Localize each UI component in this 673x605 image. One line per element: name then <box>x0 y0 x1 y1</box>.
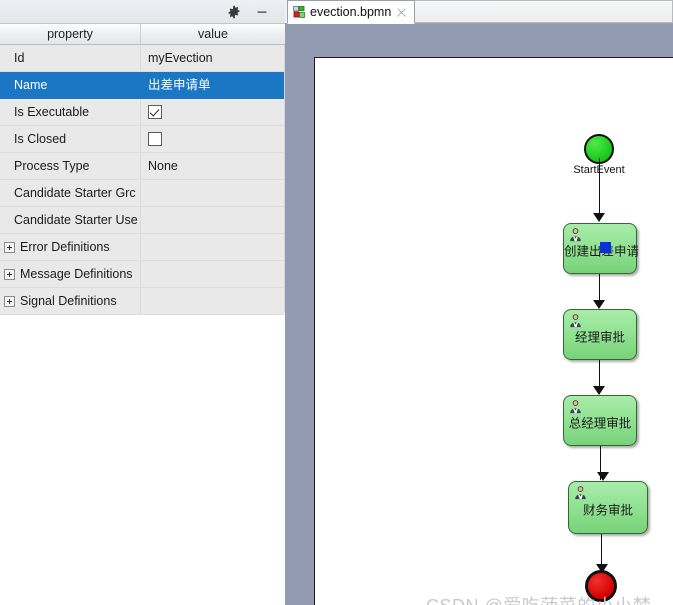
checkbox[interactable] <box>148 105 162 119</box>
task-3-label: 总经理审批 <box>568 415 632 430</box>
properties-table-body: Id myEvection Name 出差申请单 Is Executable Is Clo… <box>0 45 285 315</box>
property-value[interactable] <box>141 126 284 152</box>
property-name: Id <box>0 45 141 71</box>
task-2-label: 经理审批 <box>574 329 625 344</box>
property-name: Message Definitions <box>0 261 141 287</box>
watermark: CSDN @爱吃菠菜的小小梦 <box>426 592 651 605</box>
property-row[interactable]: Error Definitions <box>0 234 284 261</box>
column-header-value: value <box>198 27 228 41</box>
property-value[interactable] <box>141 207 284 233</box>
properties-panel-toolbar <box>0 0 285 24</box>
properties-panel: property value Id myEvection Name 出差申请单 Is E… <box>0 0 285 605</box>
property-row[interactable]: Message Definitions <box>0 261 284 288</box>
diagram-task-4[interactable]: 财务审批 <box>568 481 648 534</box>
property-name: Name <box>0 72 141 98</box>
tab-label: evection.bpmn <box>310 5 392 19</box>
bpmn-file-icon <box>293 5 306 19</box>
expand-icon[interactable] <box>4 269 15 280</box>
tab-evection-bpmn[interactable]: evection.bpmn <box>287 0 415 24</box>
inline-edit-caret <box>600 242 611 253</box>
gear-icon[interactable] <box>224 3 243 21</box>
property-value[interactable] <box>141 288 284 314</box>
diagram-task-1[interactable]: 创建出差申请 <box>563 223 639 274</box>
sequence-flow-arrow <box>593 213 605 222</box>
diagram-task-2[interactable]: 经理审批 <box>563 309 637 360</box>
sequence-flow-arrow <box>593 300 605 309</box>
column-header-property: property <box>0 24 141 44</box>
diagram-canvas[interactable]: StartEvent 创建出差申请 <box>314 57 673 605</box>
sequence-flow-arrow <box>597 472 609 481</box>
tabbar-filler <box>415 0 673 23</box>
property-value[interactable]: myEvection <box>141 45 284 71</box>
property-value[interactable] <box>141 234 284 260</box>
property-name: Is Executable <box>0 99 141 125</box>
property-name: Candidate Starter Grc <box>0 180 141 206</box>
property-value[interactable] <box>141 99 284 125</box>
property-name: Candidate Starter Use <box>0 207 141 233</box>
editor-area: evection.bpmn StartEvent <box>285 0 673 605</box>
diagram-task-3[interactable]: 总经理审批 <box>563 395 637 446</box>
property-value[interactable] <box>141 261 284 287</box>
property-value[interactable]: 出差申请单 <box>141 72 284 98</box>
property-value[interactable]: None <box>141 153 284 179</box>
application-window: property value Id myEvection Name 出差申请单 Is E… <box>0 0 673 605</box>
property-name: Is Closed <box>0 126 141 152</box>
close-icon[interactable] <box>396 7 407 18</box>
user-task-icon <box>573 485 588 500</box>
property-row[interactable]: Id myEvection <box>0 45 284 72</box>
property-row[interactable]: Candidate Starter Use <box>0 207 284 234</box>
property-name: Signal Definitions <box>0 288 141 314</box>
property-row[interactable]: Is Executable <box>0 99 284 126</box>
property-value[interactable] <box>141 180 284 206</box>
property-row[interactable]: Signal Definitions <box>0 288 284 315</box>
properties-table-header: property value <box>0 24 285 45</box>
property-name: Error Definitions <box>0 234 141 260</box>
property-name: Process Type <box>0 153 141 179</box>
property-row[interactable]: Name 出差申请单 <box>0 72 284 99</box>
diagram-viewport[interactable]: StartEvent 创建出差申请 <box>285 24 673 605</box>
task-4-label: 财务审批 <box>582 502 633 517</box>
property-row[interactable]: Is Closed <box>0 126 284 153</box>
editor-tabbar: evection.bpmn <box>285 0 673 24</box>
expand-icon[interactable] <box>4 242 15 253</box>
minimize-icon[interactable] <box>252 3 271 21</box>
checkbox[interactable] <box>148 132 162 146</box>
expand-icon[interactable] <box>4 296 15 307</box>
sequence-flow-arrow <box>593 386 605 395</box>
property-row[interactable]: Process Type None <box>0 153 284 180</box>
sequence-flow <box>598 158 600 218</box>
property-row[interactable]: Candidate Starter Grc <box>0 180 284 207</box>
